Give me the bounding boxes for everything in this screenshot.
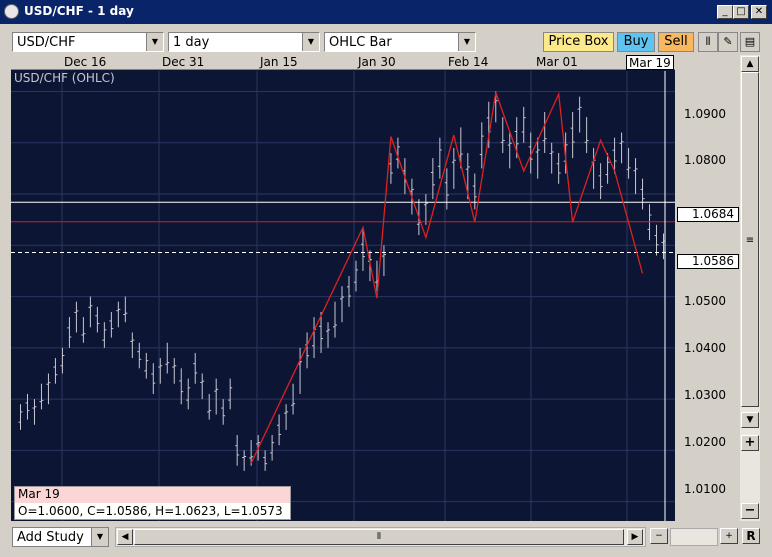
scroll-up-icon[interactable]: ▲ [741,56,759,72]
scroll-right-icon[interactable]: ▶ [627,529,643,545]
info-date: Mar 19 [15,487,290,503]
title-bar: USD/CHF - 1 day _ □ ✕ [0,0,772,24]
app-icon [4,4,19,19]
symbol-select[interactable]: USD/CHF ▼ [12,32,164,52]
pencil-icon[interactable]: ✎ [718,32,738,52]
date-label: Jan 30 [358,55,396,69]
scroll-down-icon[interactable]: ▼ [741,412,759,428]
chevron-down-icon[interactable]: ▼ [91,528,108,546]
price-label: 1.0100 [684,482,726,496]
add-study-label: Add Study [17,530,84,545]
horizontal-scrollbar[interactable]: ◀ ⦀ ▶ [115,527,646,547]
hscroll-thumb[interactable]: ⦀ [134,529,624,545]
price-axis [675,55,740,521]
period-select[interactable]: 1 day ▼ [168,32,320,52]
price-label: 1.0200 [684,435,726,449]
add-study-select[interactable]: Add Study ▼ [12,527,109,547]
chevron-down-icon[interactable]: ▼ [146,33,163,51]
buy-button[interactable]: Buy [617,32,655,52]
chart-type-value: OHLC Bar [329,35,392,50]
zoom-in-icon[interactable]: + [741,435,759,451]
chart-icon[interactable]: ▤ [740,32,760,52]
bar-chart-icon[interactable]: ⦀ [698,32,718,52]
zoom-in-h-icon[interactable]: + [720,528,738,544]
date-label-current: Mar 19 [626,55,674,70]
chevron-down-icon[interactable]: ▼ [302,33,319,51]
scroll-thumb[interactable]: ≡ [741,72,759,407]
minimize-button[interactable]: _ [717,5,733,19]
price-marker-last: 1.0586 [677,254,739,269]
price-chart [11,71,675,521]
chart-area[interactable]: USD/CHF (OHLC) [11,55,675,521]
date-label: Feb 14 [448,55,489,69]
chevron-down-icon[interactable]: ▼ [458,33,475,51]
chart-label: USD/CHF (OHLC) [14,71,115,85]
symbol-value: USD/CHF [17,35,76,50]
price-marker-white: 1.0684 [677,207,739,222]
zoom-slider[interactable] [670,528,718,546]
close-button[interactable]: ✕ [751,5,767,19]
price-label: 1.0500 [684,294,726,308]
price-label: 1.0400 [684,341,726,355]
maximize-button[interactable]: □ [733,5,749,19]
date-label: Jan 15 [260,55,298,69]
date-label: Dec 31 [162,55,205,69]
reset-button[interactable]: R [742,528,760,544]
date-label: Dec 16 [64,55,107,69]
window-title: USD/CHF - 1 day [24,4,134,18]
date-label: Mar 01 [536,55,578,69]
zoom-out-h-icon[interactable]: − [650,528,668,544]
price-label: 1.0800 [684,153,726,167]
price-box-button[interactable]: Price Box [543,32,614,52]
price-label: 1.0300 [684,388,726,402]
price-label: 1.0900 [684,107,726,121]
zoom-out-icon[interactable]: − [741,503,759,519]
ohlc-info-box: Mar 19 O=1.0600, C=1.0586, H=1.0623, L=1… [14,486,291,520]
vertical-scrollbar[interactable]: ▲ ≡ ▼ + − [740,55,760,521]
info-ohlc: O=1.0600, C=1.0586, H=1.0623, L=1.0573 [18,504,283,518]
sell-button[interactable]: Sell [658,32,694,52]
scroll-left-icon[interactable]: ◀ [117,529,133,545]
zigzag-line [250,91,644,464]
chart-type-select[interactable]: OHLC Bar ▼ [324,32,476,52]
period-value: 1 day [173,35,210,50]
